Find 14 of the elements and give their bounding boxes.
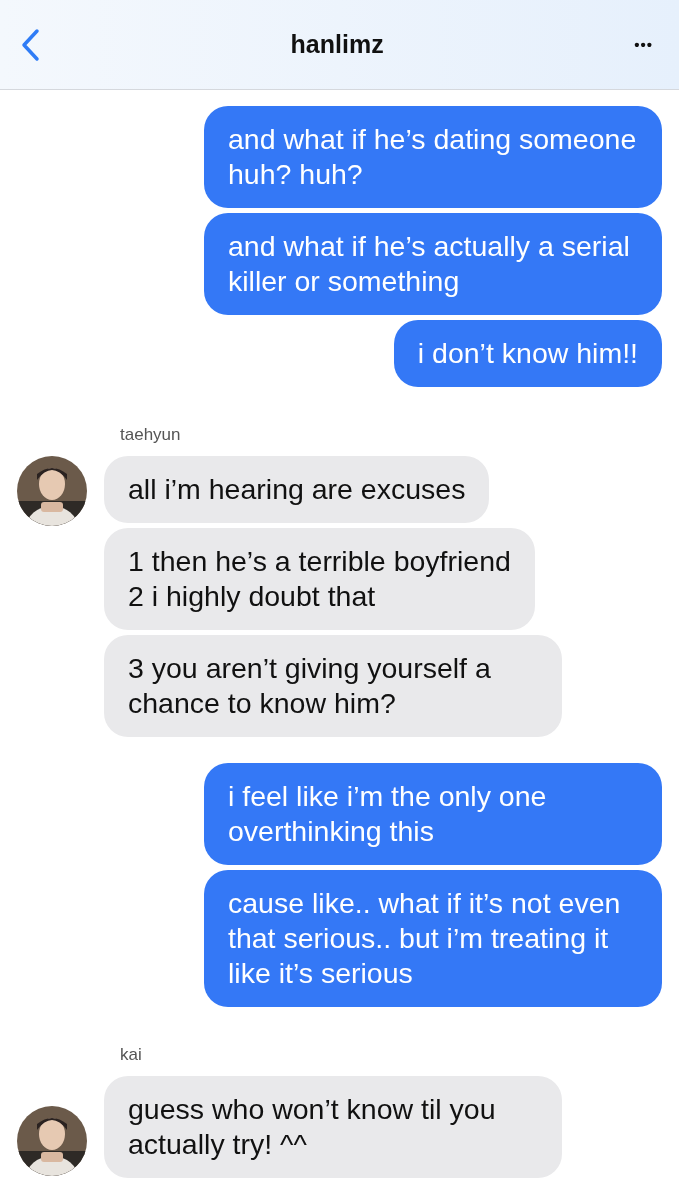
chat-title: hanlimz: [290, 30, 384, 59]
message-bubble: and what if he’s actually a serial killer or something: [204, 213, 662, 315]
message-bubble: guess who won’t know til you actually try! ^^: [104, 1076, 562, 1178]
sender-name: kai: [120, 1045, 143, 1065]
sender-name: taehyun: [120, 425, 182, 445]
back-icon: [20, 27, 40, 62]
message-bubble: i feel like i’m the only one overthinking this: [204, 763, 662, 865]
message-bubble: i don’t know him!!: [393, 320, 662, 387]
message-bubble: and what if he’s dating someone huh? huh?: [204, 106, 662, 208]
more-button[interactable]: •••: [628, 30, 659, 59]
message-bubble: all i’m hearing are excuses: [104, 456, 490, 523]
message-bubble: 1 then he’s a terrible boyfriend 2 i highly doubt that: [104, 528, 535, 630]
message-bubble: 3 you aren’t giving yourself a chance to know him?: [104, 635, 562, 737]
message-bubble: cause like.. what if it’s not even that serious.. but i’m treating it like it’s serious: [204, 870, 662, 1007]
